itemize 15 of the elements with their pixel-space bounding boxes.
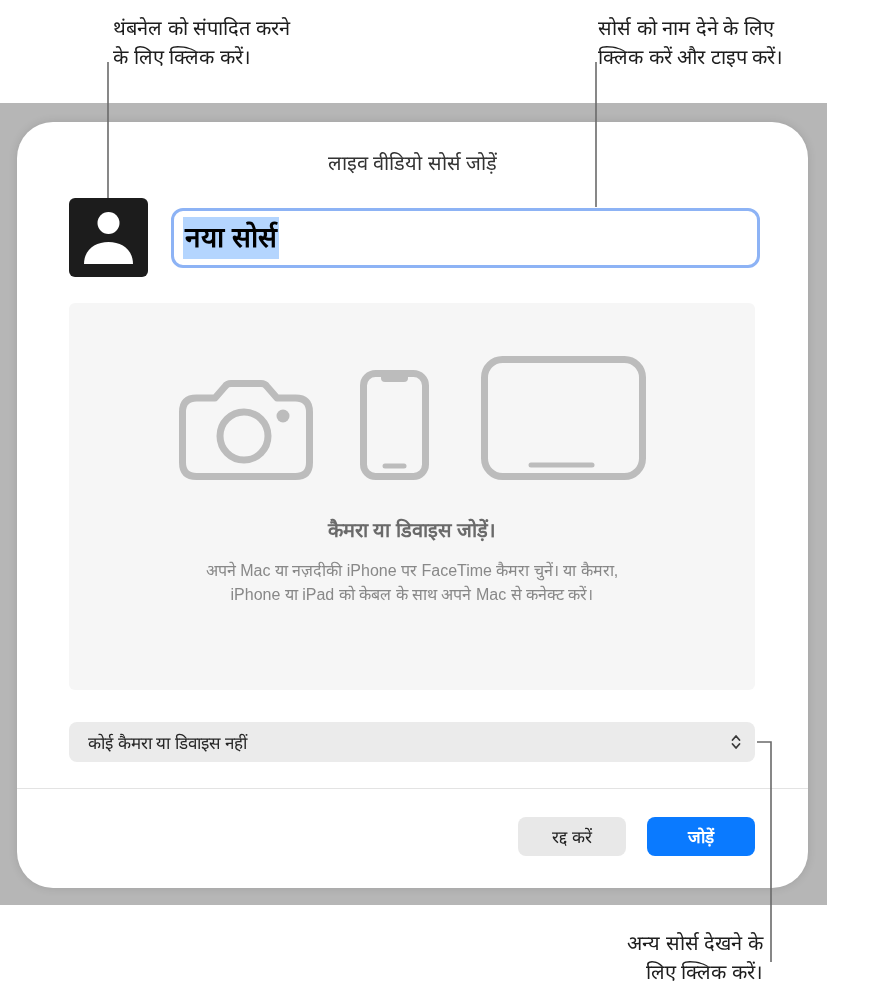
empty-state-description: अपने Mac या नज़दीकी iPhone पर FaceTime कैमरा चुनें। या कैमरा, iPhone या iPad को केबल के साथ अपने Mac से कनेक्ट करें। xyxy=(205,560,619,605)
empty-state-heading: कैमरा या डिवाइस जोड़ें। xyxy=(327,517,497,543)
cancel-button[interactable]: रद्द करें xyxy=(518,817,626,856)
camera-icon xyxy=(178,380,313,480)
callout-text: थंबनेल को संपादित करने के लिए क्लिक करें। xyxy=(113,16,290,70)
name-field[interactable]: नया सोर्स xyxy=(171,207,760,268)
tablet-icon xyxy=(480,356,646,480)
add-button[interactable]: जोड़ें xyxy=(647,817,755,856)
phone-icon xyxy=(359,370,429,480)
callout-text: सोर्स को नाम देने के लिए क्लिक करें और टाइप करें। xyxy=(598,16,784,70)
callout-text: अन्य सोर्स देखने के लिए क्लिक करें। xyxy=(627,931,763,985)
chevron-updown-icon xyxy=(731,734,741,750)
dialog-title: लाइव वीडियो सोर्स जोड़ें xyxy=(326,151,499,176)
person-thumbnail-icon[interactable] xyxy=(69,198,148,277)
source-popup[interactable]: कोई कैमरा या डिवाइस नहीं xyxy=(69,722,755,762)
